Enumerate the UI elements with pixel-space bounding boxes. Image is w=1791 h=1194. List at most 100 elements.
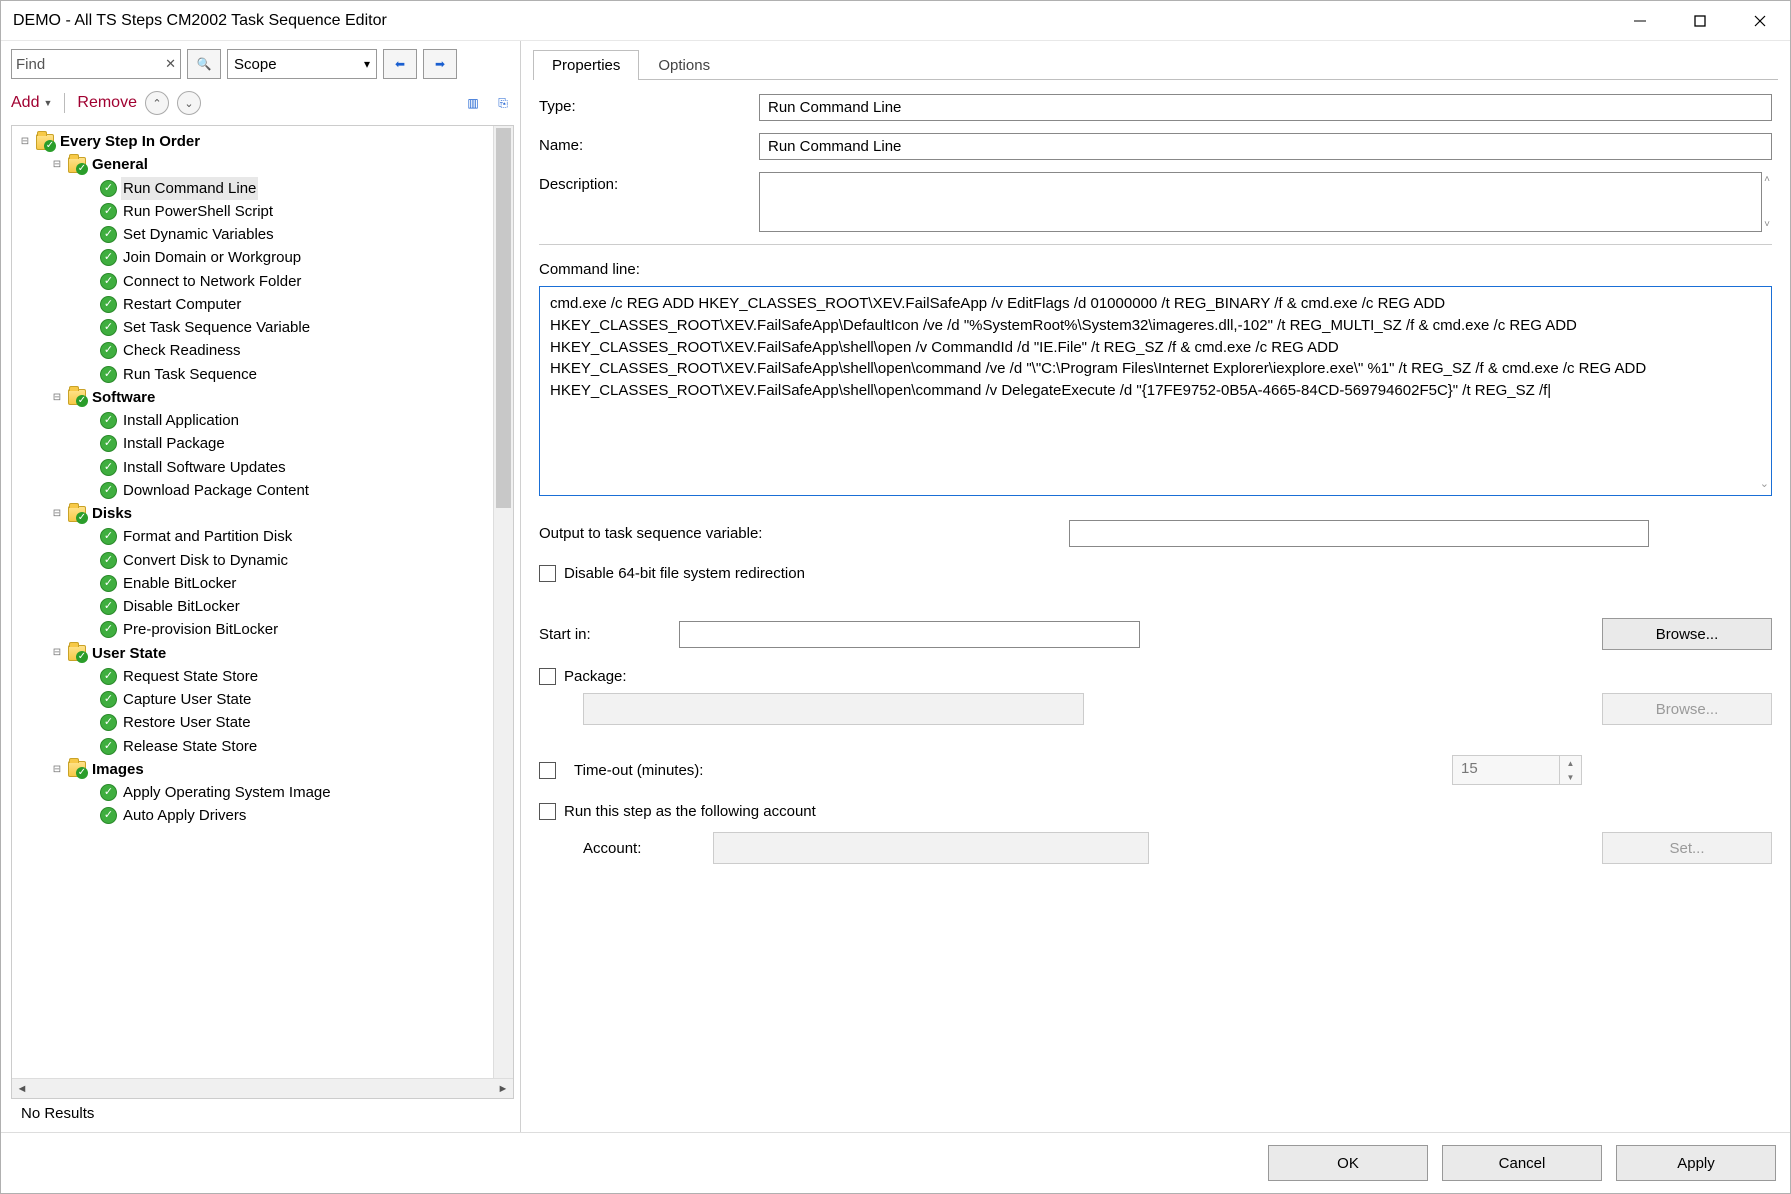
- tree-item[interactable]: Connect to Network Folder: [121, 270, 303, 293]
- expander-icon[interactable]: ⊟: [50, 390, 64, 406]
- package-checkbox[interactable]: [539, 668, 556, 685]
- clear-find-icon[interactable]: ✕: [165, 56, 176, 72]
- check-icon: ✓: [100, 528, 117, 545]
- minimize-button[interactable]: [1610, 1, 1670, 40]
- nav-prev-button[interactable]: ⬅: [383, 49, 417, 79]
- tool-icon-1[interactable]: ▥: [462, 92, 484, 114]
- find-input[interactable]: Find ✕: [11, 49, 181, 79]
- tree-item[interactable]: Restore User State: [121, 711, 253, 734]
- check-icon: ✓: [100, 482, 117, 499]
- tree-item[interactable]: Check Readiness: [121, 339, 243, 362]
- ok-button[interactable]: OK: [1268, 1145, 1428, 1181]
- expander-icon[interactable]: ⊟: [50, 157, 64, 173]
- run-as-checkbox[interactable]: [539, 803, 556, 820]
- output-var-input[interactable]: [1069, 520, 1649, 547]
- tree-item[interactable]: Set Task Sequence Variable: [121, 316, 312, 339]
- expander-icon[interactable]: ⊟: [18, 134, 32, 150]
- apply-button[interactable]: Apply: [1616, 1145, 1776, 1181]
- check-icon: ✓: [100, 435, 117, 452]
- scroll-left-icon[interactable]: ◄: [12, 1079, 32, 1098]
- package-label: Package:: [564, 668, 627, 685]
- output-var-label: Output to task sequence variable:: [539, 525, 1059, 542]
- check-icon: ✓: [100, 203, 117, 220]
- horizontal-scrollbar[interactable]: ◄ ►: [12, 1078, 513, 1098]
- search-button[interactable]: 🔍: [187, 49, 221, 79]
- tree-item[interactable]: Install Software Updates: [121, 456, 288, 479]
- description-input[interactable]: [759, 172, 1762, 232]
- tree-item[interactable]: Apply Operating System Image: [121, 781, 333, 804]
- check-icon: ✓: [100, 319, 117, 336]
- check-icon: ✓: [100, 226, 117, 243]
- timeout-checkbox[interactable]: [539, 762, 556, 779]
- tree-item[interactable]: Install Application: [121, 409, 241, 432]
- type-value: Run Command Line: [759, 94, 1772, 121]
- expand-all-button[interactable]: ⌄: [177, 91, 201, 115]
- vertical-scrollbar[interactable]: [493, 126, 513, 1078]
- tab-options[interactable]: Options: [639, 50, 729, 80]
- add-menu[interactable]: Add ▼: [11, 94, 52, 112]
- check-icon: ✓: [100, 598, 117, 615]
- titlebar: DEMO - All TS Steps CM2002 Task Sequence…: [1, 1, 1790, 41]
- tree-group-label[interactable]: General: [90, 153, 150, 176]
- textarea-scroll[interactable]: ˄˅: [1762, 172, 1772, 232]
- tree-item[interactable]: Join Domain or Workgroup: [121, 246, 303, 269]
- tree-item[interactable]: Install Package: [121, 432, 227, 455]
- tree-item[interactable]: Pre-provision BitLocker: [121, 618, 280, 641]
- tree-item[interactable]: Enable BitLocker: [121, 572, 238, 595]
- scroll-right-icon[interactable]: ►: [493, 1079, 513, 1098]
- expander-icon[interactable]: ⊟: [50, 762, 64, 778]
- close-button[interactable]: [1730, 1, 1790, 40]
- scope-select[interactable]: Scope ▾: [227, 49, 377, 79]
- nav-next-button[interactable]: ➡: [423, 49, 457, 79]
- tool-icon-2[interactable]: ⎘: [492, 92, 514, 114]
- check-icon: ✓: [100, 784, 117, 801]
- tree-item[interactable]: Request State Store: [121, 665, 260, 688]
- expander-icon[interactable]: ⊟: [50, 645, 64, 661]
- folder-icon: [68, 389, 86, 405]
- tree-item[interactable]: Run Task Sequence: [121, 363, 259, 386]
- check-icon: ✓: [100, 296, 117, 313]
- maximize-button[interactable]: [1670, 1, 1730, 40]
- tree[interactable]: ⊟Every Step In Order⊟General✓Run Command…: [12, 126, 493, 1078]
- tree-item[interactable]: Run Command Line: [121, 177, 258, 200]
- tree-root-label[interactable]: Every Step In Order: [58, 130, 202, 153]
- tree-item[interactable]: Set Dynamic Variables: [121, 223, 276, 246]
- tree-item[interactable]: Disable BitLocker: [121, 595, 242, 618]
- tree-item[interactable]: Run PowerShell Script: [121, 200, 275, 223]
- browse-start-in-button[interactable]: Browse...: [1602, 618, 1772, 650]
- tree-item[interactable]: Release State Store: [121, 735, 259, 758]
- timeout-label: Time-out (minutes):: [574, 762, 703, 779]
- resize-grip-icon: ⌄: [1760, 477, 1769, 493]
- start-in-input[interactable]: [679, 621, 1140, 648]
- check-icon: ✓: [100, 807, 117, 824]
- name-input[interactable]: Run Command Line: [759, 133, 1772, 160]
- tree-group-label[interactable]: User State: [90, 642, 168, 665]
- tree-item[interactable]: Format and Partition Disk: [121, 525, 294, 548]
- browse-package-button: Browse...: [1602, 693, 1772, 725]
- tree-group-label[interactable]: Software: [90, 386, 157, 409]
- status-text: No Results: [11, 1099, 514, 1132]
- tree-item[interactable]: Capture User State: [121, 688, 253, 711]
- expander-icon[interactable]: ⊟: [50, 506, 64, 522]
- tree-group-label[interactable]: Disks: [90, 502, 134, 525]
- chevron-down-icon: ▾: [364, 57, 370, 71]
- command-line-input[interactable]: cmd.exe /c REG ADD HKEY_CLASSES_ROOT\XEV…: [539, 286, 1772, 496]
- scope-label: Scope: [234, 56, 277, 73]
- collapse-all-button[interactable]: ⌃: [145, 91, 169, 115]
- disable-redirect-checkbox[interactable]: [539, 565, 556, 582]
- check-icon: ✓: [100, 668, 117, 685]
- scrollbar-track[interactable]: [32, 1079, 493, 1098]
- remove-button[interactable]: Remove: [77, 94, 137, 112]
- folder-icon: [68, 761, 86, 777]
- scrollbar-thumb[interactable]: [496, 128, 511, 508]
- check-icon: ✓: [100, 249, 117, 266]
- tree-group-label[interactable]: Images: [90, 758, 146, 781]
- start-in-label: Start in:: [539, 626, 669, 643]
- tab-properties[interactable]: Properties: [533, 50, 639, 80]
- tree-item[interactable]: Restart Computer: [121, 293, 243, 316]
- tree-item[interactable]: Download Package Content: [121, 479, 311, 502]
- tree-item[interactable]: Auto Apply Drivers: [121, 804, 248, 827]
- check-icon: ✓: [100, 575, 117, 592]
- tree-item[interactable]: Convert Disk to Dynamic: [121, 549, 290, 572]
- cancel-button[interactable]: Cancel: [1442, 1145, 1602, 1181]
